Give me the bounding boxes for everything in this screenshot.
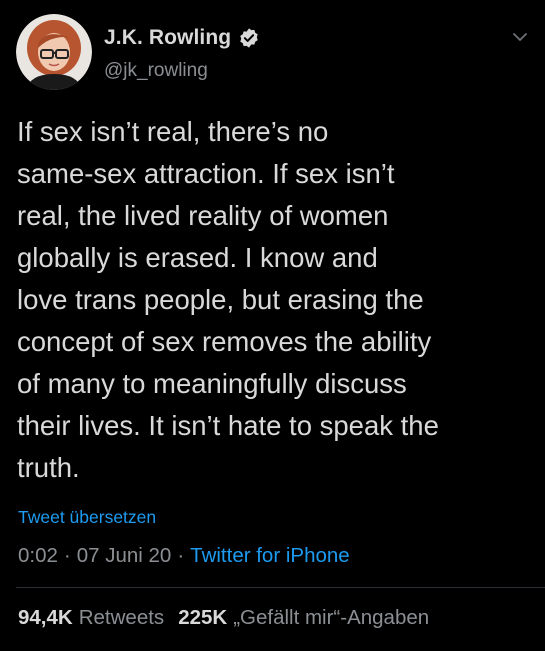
author-handle[interactable]: @jk_rowling (104, 60, 208, 82)
tweet-time[interactable]: 0:02 (18, 544, 58, 568)
translate-tweet-link[interactable]: Tweet übersetzen (18, 507, 156, 528)
author-name[interactable]: J.K. Rowling (104, 26, 231, 50)
retweets-count: 94,4K (18, 606, 73, 629)
likes-stat[interactable]: 225K „Gefällt mir“-Angaben (178, 606, 429, 630)
tweet-meta: 0:02 · 07 Juni 20 · Twitter for iPhone (18, 544, 350, 568)
likes-label: „Gefällt mir“-Angaben (233, 606, 430, 629)
author-name-row[interactable]: J.K. Rowling (104, 26, 260, 50)
tweet-card: J.K. Rowling @jk_rowling If sex isn’t re… (0, 0, 545, 651)
likes-count: 225K (178, 606, 228, 629)
avatar[interactable] (16, 14, 92, 90)
tweet-text: If sex isn’t real, there’s no same-sex a… (17, 116, 439, 483)
retweets-stat[interactable]: 94,4K Retweets (18, 606, 164, 630)
meta-separator: · (63, 544, 71, 567)
meta-separator: · (177, 544, 185, 567)
tweet-stats: 94,4K Retweets 225K „Gefällt mir“-Angaben (18, 606, 429, 630)
verified-icon (238, 27, 260, 49)
tweet-source-link[interactable]: Twitter for iPhone (190, 544, 350, 568)
divider (16, 587, 545, 588)
avatar-image (16, 14, 92, 90)
chevron-down-icon[interactable] (511, 30, 529, 44)
tweet-date[interactable]: 07 Juni 20 (77, 544, 172, 568)
retweets-label: Retweets (78, 606, 165, 629)
